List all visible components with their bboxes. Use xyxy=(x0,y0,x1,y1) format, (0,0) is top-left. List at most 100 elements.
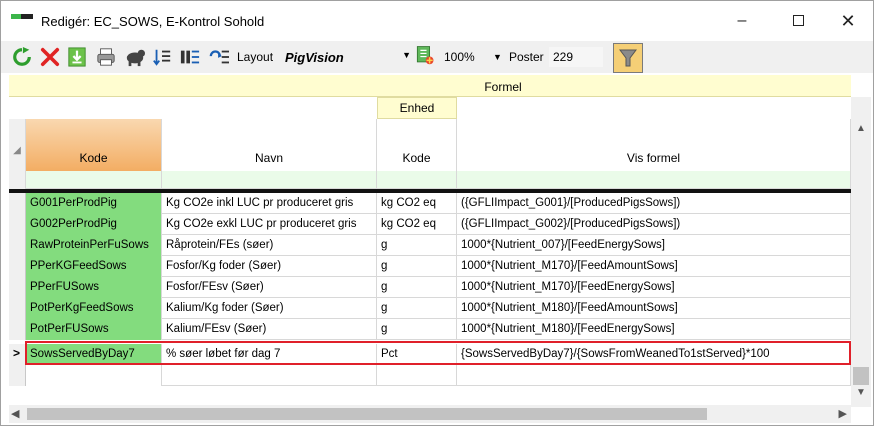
table-row[interactable]: G001PerProdPig Kg CO2e inkl LUC pr produc… xyxy=(9,193,851,214)
export-icon[interactable] xyxy=(413,45,437,65)
row-indicator xyxy=(9,319,26,340)
scroll-right-icon[interactable]: ▶ xyxy=(839,407,847,420)
row-indicator xyxy=(9,214,26,235)
row-indicator xyxy=(9,298,26,319)
row-indicator xyxy=(9,256,26,277)
layout-select[interactable]: PigVision ▼ xyxy=(281,47,411,67)
toolbar: Layout PigVision ▼ 100% ▼ Poster 229 xyxy=(1,41,873,73)
table-row[interactable]: PotPerFUSows Kalium/FEsv (Søer) g 1000*{Nut… xyxy=(9,319,851,340)
band-formel-label: Formel xyxy=(484,80,522,94)
cell-formel[interactable]: 1000*{Nutrient_M170}/[FeedEnergySows] xyxy=(457,277,851,298)
maximize-icon xyxy=(792,15,804,27)
cell-navn[interactable]: Fosfor/FEsv (Søer) xyxy=(162,277,377,298)
cell-navn[interactable]: Kalium/Kg foder (Søer) xyxy=(162,298,377,319)
dog-icon[interactable] xyxy=(123,47,147,67)
cell-enhed[interactable]: kg CO2 eq xyxy=(377,193,457,214)
cell-kode[interactable]: G001PerProdPig xyxy=(26,193,162,214)
layout-label: Layout xyxy=(237,50,274,64)
cell-formel[interactable] xyxy=(457,365,851,386)
filter-cell-formel[interactable] xyxy=(457,171,851,189)
zoom-value[interactable]: 100% xyxy=(444,50,475,64)
filter-row[interactable] xyxy=(9,171,851,189)
table-row-empty[interactable] xyxy=(9,365,851,386)
table-row[interactable]: RawProteinPerFuSows Råprotein/FEs (søer) g… xyxy=(9,235,851,256)
cell-navn[interactable]: Kg CO2e inkl LUC pr produceret gris xyxy=(162,193,377,214)
layout-select-value: PigVision xyxy=(285,50,344,65)
vertical-scrollbar[interactable]: ▲ ▼ xyxy=(851,97,871,407)
zoom-chevron-down-icon[interactable]: ▼ xyxy=(493,52,502,62)
minimize-button[interactable]: – xyxy=(727,9,757,33)
cell-kode[interactable]: PotPerFUSows xyxy=(26,319,162,340)
row-indicator xyxy=(9,365,26,386)
group-icon[interactable] xyxy=(207,47,231,67)
refresh-icon[interactable] xyxy=(11,47,33,67)
band-header-enhed: Enhed xyxy=(377,97,457,119)
title-bar: Redigér: EC_SOWS, E-Kontrol Sohold – ✕ xyxy=(1,1,873,41)
cell-kode[interactable]: RawProteinPerFuSows xyxy=(26,235,162,256)
horizontal-scroll-thumb[interactable] xyxy=(27,408,707,420)
cell-enhed[interactable]: g xyxy=(377,319,457,340)
cell-kode[interactable] xyxy=(26,365,162,386)
filter-icon xyxy=(619,49,637,67)
vertical-scroll-thumb[interactable] xyxy=(853,367,869,385)
row-indicator xyxy=(9,277,26,298)
edit-window: Redigér: EC_SOWS, E-Kontrol Sohold – ✕ L… xyxy=(0,0,874,426)
scroll-up-icon[interactable]: ▲ xyxy=(851,123,871,134)
print-icon[interactable] xyxy=(95,47,117,67)
cell-kode[interactable]: PPerFUSows xyxy=(26,277,162,298)
window-title: Redigér: EC_SOWS, E-Kontrol Sohold xyxy=(41,14,265,29)
cell-enhed[interactable]: g xyxy=(377,298,457,319)
cell-navn[interactable]: Råprotein/FEs (søer) xyxy=(162,235,377,256)
filter-cell-enhed[interactable] xyxy=(377,171,457,189)
cell-kode[interactable]: G002PerProdPig xyxy=(26,214,162,235)
cell-formel[interactable]: 1000*{Nutrient_M180}/[FeedAmountSows] xyxy=(457,298,851,319)
cell-formel[interactable]: ({GFLIImpact_G002}/[ProducedPigsSows]) xyxy=(457,214,851,235)
table-row[interactable]: G002PerProdPig Kg CO2e exkl LUC pr produc… xyxy=(9,214,851,235)
cell-kode[interactable]: PPerKGFeedSows xyxy=(26,256,162,277)
cell-formel[interactable]: ({GFLIImpact_G001}/[ProducedPigsSows]) xyxy=(457,193,851,214)
cell-enhed[interactable]: g xyxy=(377,235,457,256)
cell-enhed[interactable]: g xyxy=(377,277,457,298)
app-logo-icon xyxy=(11,14,33,24)
cell-formel[interactable]: 1000*{Nutrient_M170}/[FeedAmountSows] xyxy=(457,256,851,277)
cell-kode[interactable]: PotPerKgFeedSows xyxy=(26,298,162,319)
cell-formel[interactable]: 1000*{Nutrient_M180}/[FeedEnergySows] xyxy=(457,319,851,340)
filter-row-indicator xyxy=(9,171,26,189)
band-header-formel: Formel xyxy=(9,75,851,97)
maximize-button[interactable] xyxy=(783,9,813,33)
current-row-pointer: > xyxy=(13,346,21,360)
row-indicator xyxy=(9,235,26,256)
columns-icon[interactable] xyxy=(179,47,201,67)
scroll-left-icon[interactable]: ◀ xyxy=(11,407,19,420)
table-row[interactable]: PotPerKgFeedSows Kalium/Kg foder (Søer) g 1… xyxy=(9,298,851,319)
corner-resize-icon: ◢ xyxy=(9,119,26,171)
chevron-down-icon: ▼ xyxy=(402,50,411,60)
column-header-navn[interactable]: Navn xyxy=(162,119,377,171)
poster-count: 229 xyxy=(549,47,603,67)
table-row[interactable]: PPerFUSows Fosfor/FEsv (Søer) g 1000*{Nutri… xyxy=(9,277,851,298)
selected-row-highlight xyxy=(25,341,851,365)
horizontal-scrollbar[interactable]: ◀ ▶ xyxy=(9,405,851,423)
scroll-down-icon[interactable]: ▼ xyxy=(851,387,871,398)
cell-formel[interactable]: 1000*{Nutrient_007}/[FeedEnergySows] xyxy=(457,235,851,256)
filter-button[interactable] xyxy=(613,43,643,73)
cell-enhed[interactable] xyxy=(377,365,457,386)
cell-enhed[interactable]: g xyxy=(377,256,457,277)
sort-icon[interactable] xyxy=(151,47,173,67)
column-header-kode[interactable]: Kode xyxy=(26,119,162,171)
cell-navn[interactable]: Fosfor/Kg foder (Søer) xyxy=(162,256,377,277)
cell-navn[interactable]: Kg CO2e exkl LUC pr produceret gris xyxy=(162,214,377,235)
filter-cell-kode[interactable] xyxy=(26,171,162,189)
download-icon[interactable] xyxy=(67,47,87,67)
cell-navn[interactable] xyxy=(162,365,377,386)
close-button[interactable]: ✕ xyxy=(833,9,863,33)
delete-icon[interactable] xyxy=(39,47,61,67)
cell-navn[interactable]: Kalium/FEsv (Søer) xyxy=(162,319,377,340)
table-row[interactable]: PPerKGFeedSows Fosfor/Kg foder (Søer) g 100… xyxy=(9,256,851,277)
cell-enhed[interactable]: kg CO2 eq xyxy=(377,214,457,235)
filter-cell-navn[interactable] xyxy=(162,171,377,189)
column-header-row: ◢ Kode Navn Kode Vis formel xyxy=(9,119,851,171)
poster-label: Poster xyxy=(509,50,544,64)
column-header-enhed-kode[interactable]: Kode xyxy=(377,119,457,171)
column-header-vis-formel[interactable]: Vis formel xyxy=(457,119,851,171)
